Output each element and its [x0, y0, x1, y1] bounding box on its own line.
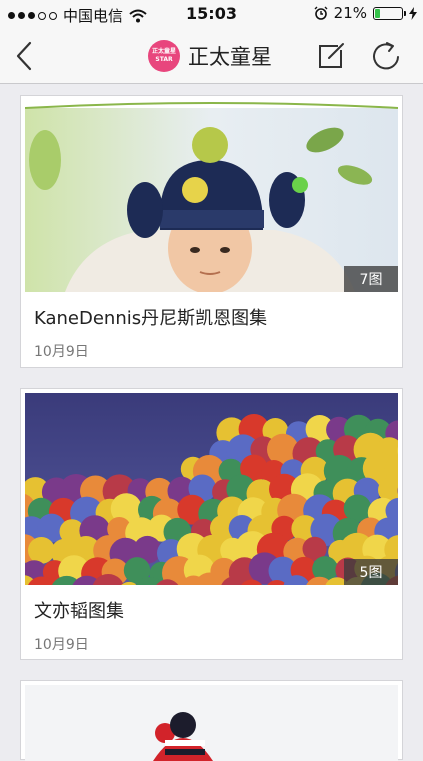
battery-fill — [375, 9, 380, 18]
charging-icon — [409, 7, 417, 20]
brand: 正太童星 STAR 正太童星 — [148, 40, 272, 72]
brand-logo: 正太童星 STAR — [148, 40, 180, 72]
status-bar: 中国电信 15:03 21% — [0, 0, 423, 28]
status-right: 21% — [314, 4, 417, 22]
page-title: 正太童星 — [188, 41, 272, 71]
album-title: KaneDennis丹尼斯凯恩图集 — [34, 304, 267, 330]
album-date: 10月9日 — [34, 634, 89, 654]
album-date: 10月9日 — [34, 341, 89, 361]
album-cover-image: 5图 — [25, 393, 398, 585]
back-chevron-icon[interactable] — [12, 40, 36, 72]
photo-count-badge: 5图 — [344, 559, 398, 585]
album-card[interactable]: 5图 文亦韬图集 10月9日 — [20, 388, 403, 660]
album-cover-image: 7图 — [25, 100, 398, 292]
battery-icon — [373, 7, 403, 20]
photo-count-badge: 7图 — [344, 266, 398, 292]
album-card[interactable]: 7图 KaneDennis丹尼斯凯恩图集 10月9日 — [20, 95, 403, 368]
refresh-icon[interactable] — [370, 40, 402, 72]
edit-icon[interactable] — [316, 41, 346, 71]
logo-subtext: STAR — [155, 56, 172, 64]
navigation-bar: 正太童星 STAR 正太童星 — [0, 28, 423, 84]
ball-shape — [28, 537, 55, 564]
alarm-icon — [314, 6, 328, 20]
battery-percent: 21% — [334, 4, 367, 22]
album-title: 文亦韬图集 — [34, 597, 124, 623]
logo-text: 正太童星 — [152, 48, 176, 56]
album-card[interactable] — [20, 680, 403, 760]
